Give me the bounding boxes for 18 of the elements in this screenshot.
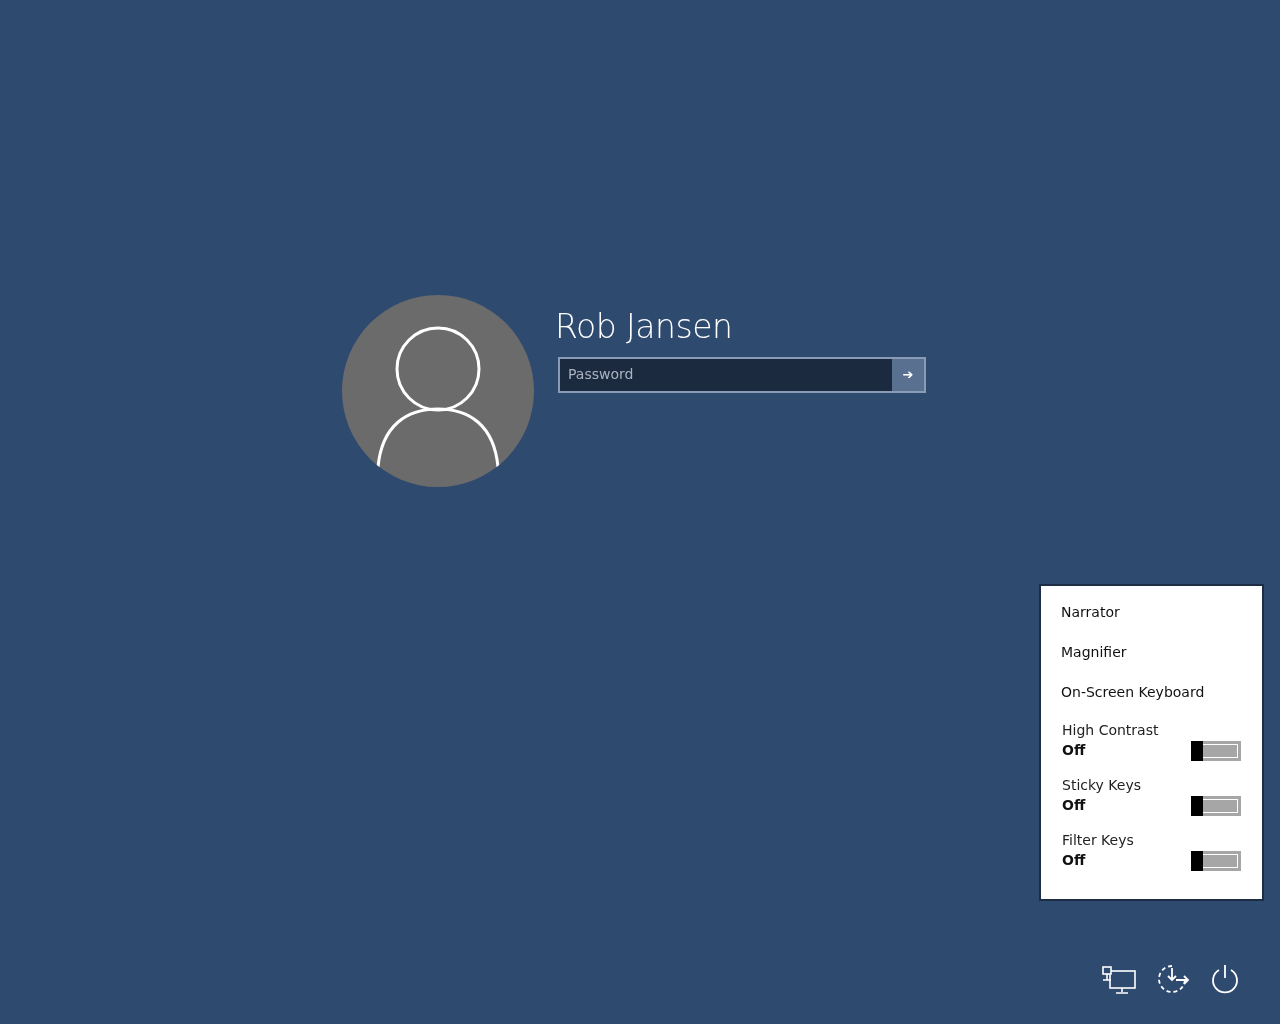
menu-item[interactable]: Magnifier [1041,640,1262,680]
user-name: Rob Jansen [555,307,734,347]
submit-button[interactable]: ➔ [892,358,924,391]
menu-item[interactable]: Narrator [1041,600,1262,640]
toggle-state: Off [1062,796,1086,815]
toggle-label: Filter Keys [1062,831,1135,850]
ease-of-access-icon[interactable] [1156,964,1190,994]
toggle-label: High Contrast [1062,721,1160,740]
password-field[interactable]: Password ➔ [558,356,926,393]
toggle-switch[interactable] [1191,795,1241,816]
network-icon[interactable] [1102,966,1136,994]
toggle-state: Off [1062,851,1086,870]
toggle-label: Sticky Keys [1062,776,1142,795]
toggle-state: Off [1062,741,1086,760]
toggle-switch[interactable] [1191,740,1241,761]
menu-item[interactable]: On-Screen Keyboard [1041,680,1262,720]
power-icon[interactable] [1210,964,1240,994]
toggle-switch[interactable] [1191,850,1241,871]
